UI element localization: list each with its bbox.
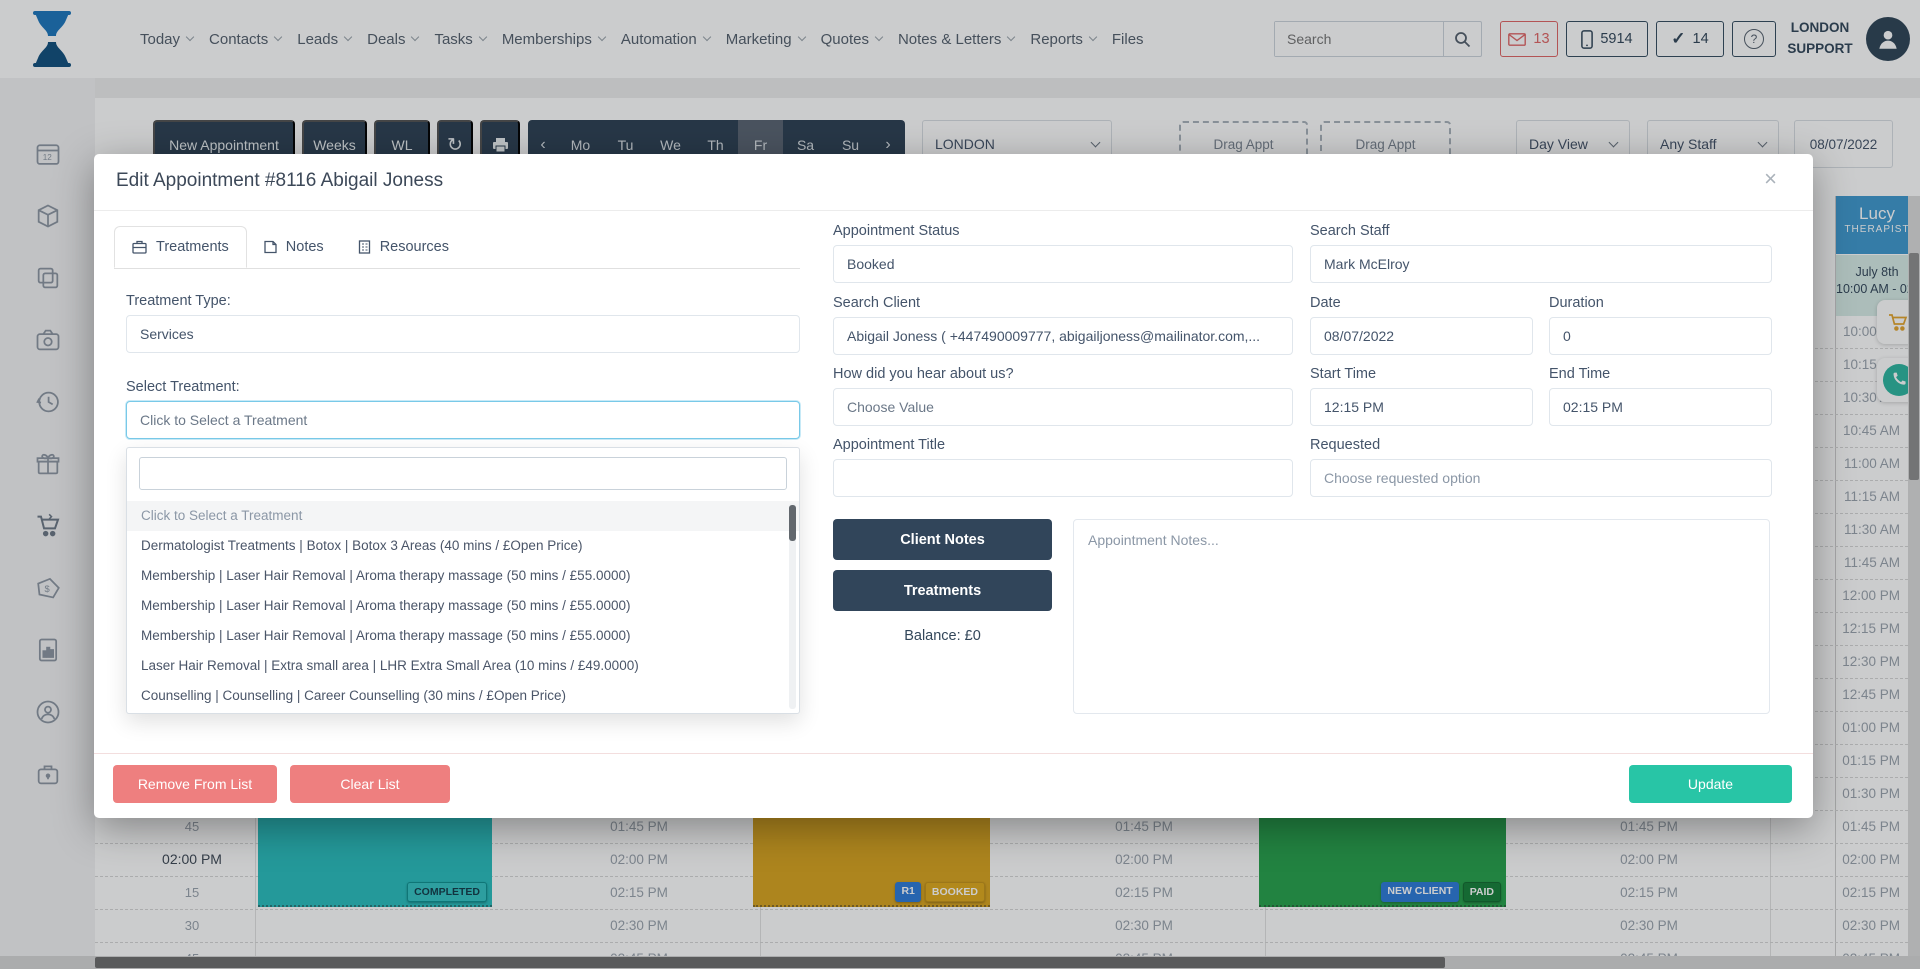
start-time-label: Start Time xyxy=(1310,366,1376,382)
divider xyxy=(94,753,1813,754)
client-notes-button[interactable]: Client Notes xyxy=(833,519,1052,560)
duration-input[interactable] xyxy=(1549,317,1772,355)
treatment-option[interactable]: Dermatologist Treatments | Botox | Botox… xyxy=(127,531,799,561)
appointment-title-label: Appointment Title xyxy=(833,437,945,453)
resources-icon xyxy=(358,240,371,254)
app: Today Contacts Leads Deals Tasks Members… xyxy=(0,0,1920,969)
update-button[interactable]: Update xyxy=(1629,765,1792,803)
treatment-option[interactable]: Membership | Laser Hair Removal | Aroma … xyxy=(127,621,799,651)
select-treatment-label: Select Treatment: xyxy=(126,379,240,395)
search-client-label: Search Client xyxy=(833,295,920,311)
select-treatment-dropdown[interactable]: Click to Select a Treatment xyxy=(126,401,800,439)
appointment-status-input[interactable] xyxy=(833,245,1293,283)
close-icon[interactable]: × xyxy=(1764,166,1777,192)
appointment-notes-textarea[interactable] xyxy=(1073,519,1770,714)
date-input[interactable] xyxy=(1310,317,1533,355)
requested-label: Requested xyxy=(1310,437,1380,453)
treatments-icon xyxy=(132,240,147,254)
dropdown-scrollbar-thumb[interactable] xyxy=(789,505,796,541)
divider xyxy=(114,268,800,269)
treatment-option[interactable]: Membership | Laser Hair Removal | Aroma … xyxy=(127,561,799,591)
start-time-input[interactable] xyxy=(1310,388,1533,426)
requested-select[interactable] xyxy=(1310,459,1772,497)
notes-icon xyxy=(264,240,277,254)
treatment-search-input[interactable] xyxy=(139,457,787,490)
treatment-option[interactable]: Counselling | Counselling | Career Couns… xyxy=(127,681,799,711)
modal-tabs: Treatments Notes Resources xyxy=(114,226,466,268)
treatment-option[interactable]: Click to Select a Treatment xyxy=(127,501,799,531)
tab-resources[interactable]: Resources xyxy=(341,226,466,268)
end-time-label: End Time xyxy=(1549,366,1610,382)
clear-list-button[interactable]: Clear List xyxy=(290,765,450,803)
tab-treatments[interactable]: Treatments xyxy=(114,226,247,268)
search-staff-input[interactable] xyxy=(1310,245,1772,283)
end-time-input[interactable] xyxy=(1549,388,1772,426)
dropdown-scrollbar xyxy=(789,503,796,709)
date-label: Date xyxy=(1310,295,1341,311)
divider xyxy=(94,210,1813,211)
treatments-button[interactable]: Treatments xyxy=(833,570,1052,611)
treatment-option[interactable]: Membership | Laser Hair Removal | Aroma … xyxy=(127,591,799,621)
treatment-type-input[interactable] xyxy=(126,315,800,353)
appointment-title-input[interactable] xyxy=(833,459,1293,497)
search-client-input[interactable] xyxy=(833,317,1293,355)
treatment-dropdown-panel: Click to Select a Treatment Dermatologis… xyxy=(126,447,800,714)
search-staff-label: Search Staff xyxy=(1310,223,1390,239)
remove-from-list-button[interactable]: Remove From List xyxy=(113,765,277,803)
modal-title: Edit Appointment #8116 Abigail Joness xyxy=(116,170,443,192)
treatment-type-label: Treatment Type: xyxy=(126,293,231,309)
hear-about-us-label: How did you hear about us? xyxy=(833,366,1014,382)
hear-about-us-select[interactable]: Choose Value xyxy=(833,388,1293,426)
treatment-option[interactable]: Laser Hair Removal | Extra small area | … xyxy=(127,651,799,681)
tab-notes[interactable]: Notes xyxy=(247,226,341,268)
edit-appointment-modal: Edit Appointment #8116 Abigail Joness × … xyxy=(94,154,1813,818)
appointment-status-label: Appointment Status xyxy=(833,223,960,239)
balance-text: Balance: £0 xyxy=(833,628,1052,644)
duration-label: Duration xyxy=(1549,295,1604,311)
